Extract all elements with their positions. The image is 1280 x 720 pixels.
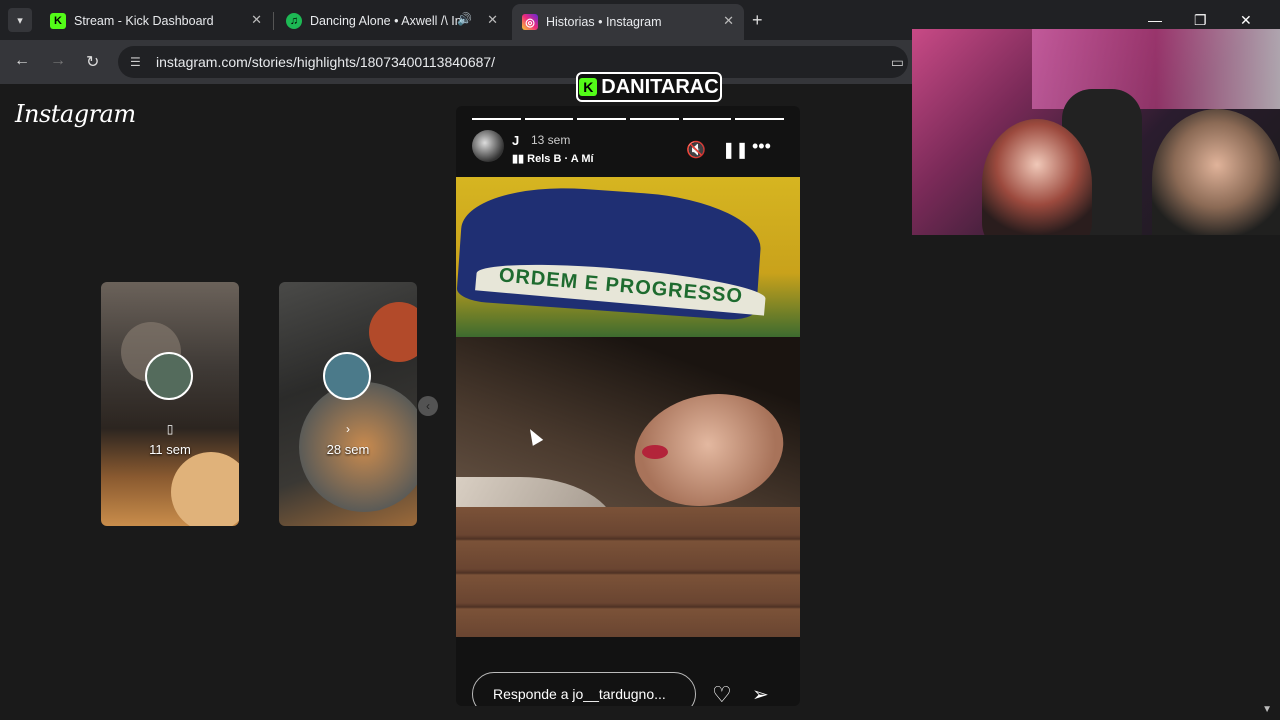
channel-name: DANITARAC xyxy=(601,75,719,98)
person-right xyxy=(1152,109,1280,235)
kick-icon: K xyxy=(50,13,66,29)
progress-segment xyxy=(735,118,785,120)
new-tab-button[interactable]: + xyxy=(752,10,763,31)
story-image[interactable]: ORDEM E PROGRESSO xyxy=(456,177,800,637)
reload-icon[interactable]: ↻ xyxy=(86,52,99,72)
story-preview-previous-2[interactable]: › 28 sem xyxy=(279,282,417,526)
story-progress-bar xyxy=(472,118,785,121)
cast-icon[interactable]: ▭ xyxy=(891,54,904,71)
preview-item-icon: ▯ xyxy=(166,422,174,436)
story-music-label[interactable]: ▮▮ Rels B · A Mí xyxy=(512,152,594,165)
preview-time: 11 sem xyxy=(149,442,191,457)
speaker-icon[interactable]: 🔊 xyxy=(457,12,472,26)
close-tab-icon[interactable]: ✕ xyxy=(723,13,734,29)
stream-channel-tag: K DANITARAC xyxy=(576,72,722,102)
story-username[interactable]: J xyxy=(512,133,519,148)
pizza-image xyxy=(171,452,239,526)
url-text[interactable]: instagram.com/stories/highlights/1807340… xyxy=(156,54,495,70)
music-bars-icon: ▮▮ xyxy=(512,153,528,165)
tab-divider xyxy=(273,12,274,30)
close-tab-icon[interactable]: ✕ xyxy=(251,12,262,28)
reply-placeholder: Responde a jo__tardugno... xyxy=(493,686,666,702)
site-info-icon[interactable]: ☰ xyxy=(130,55,144,69)
kick-logo-icon: K xyxy=(579,78,598,96)
previous-story-arrow[interactable]: ‹ xyxy=(418,396,438,416)
tab-label: Dancing Alone • Axwell /\ Ingrosso xyxy=(310,14,460,28)
graffiti-wall xyxy=(1032,29,1280,109)
progress-segment xyxy=(630,118,679,120)
preview-item-icon: › xyxy=(346,422,350,436)
story-viewer: J 13 sem ▮▮ Rels B · A Mí 🔇 ❚❚ ••• ORDEM… xyxy=(456,106,800,706)
wood-background xyxy=(456,507,800,637)
story-time: 13 sem xyxy=(531,133,571,147)
tab-spotify[interactable]: ♫ Dancing Alone • Axwell /\ Ingrosso 🔊 ✕ xyxy=(276,6,508,36)
webcam-overlay xyxy=(912,29,1280,235)
back-arrow-icon[interactable]: ← xyxy=(14,52,30,70)
progress-segment xyxy=(577,118,627,120)
preview-avatar xyxy=(145,352,193,400)
spotify-icon: ♫ xyxy=(286,13,302,29)
instagram-logo[interactable]: Instagram xyxy=(15,100,136,128)
progress-segment xyxy=(524,118,574,120)
mute-icon[interactable]: 🔇 xyxy=(686,140,706,160)
heart-icon[interactable]: ♡ xyxy=(712,682,732,706)
tab-label: Stream - Kick Dashboard xyxy=(74,14,214,28)
scroll-down-arrow-icon[interactable]: ▼ xyxy=(1262,704,1272,715)
close-tab-icon[interactable]: ✕ xyxy=(487,12,498,28)
pause-icon[interactable]: ❚❚ xyxy=(722,140,749,160)
close-window-icon[interactable]: ✕ xyxy=(1240,12,1252,29)
reply-input[interactable]: Responde a jo__tardugno... xyxy=(472,672,696,706)
address-bar: ← → ↻ ☰ instagram.com/stories/highlights… xyxy=(0,40,912,84)
instagram-icon: ◎ xyxy=(522,14,538,30)
send-icon[interactable]: ➢ xyxy=(752,682,769,706)
tab-kick-dashboard[interactable]: K Stream - Kick Dashboard ✕ xyxy=(40,6,272,36)
story-avatar[interactable] xyxy=(472,130,504,162)
music-title: Rels B · A Mí xyxy=(527,153,594,165)
url-field[interactable]: ☰ instagram.com/stories/highlights/18073… xyxy=(118,46,908,78)
preview-time: 28 sem xyxy=(326,442,370,457)
tab-instagram[interactable]: ◎ Historias • Instagram ✕ xyxy=(512,4,744,40)
salad-image xyxy=(369,302,417,362)
minimize-icon[interactable]: — xyxy=(1148,12,1162,28)
tab-search-button[interactable]: ▾ xyxy=(8,8,32,32)
restore-icon[interactable]: ❐ xyxy=(1194,12,1207,29)
more-options-icon[interactable]: ••• xyxy=(752,136,771,157)
forward-arrow-icon[interactable]: → xyxy=(50,52,66,70)
lips-region xyxy=(642,445,668,459)
story-preview-previous-1[interactable]: ▯ 11 sem xyxy=(101,282,239,526)
tab-label: Historias • Instagram xyxy=(546,15,662,29)
progress-segment xyxy=(682,118,732,120)
preview-avatar xyxy=(323,352,371,400)
progress-segment xyxy=(472,118,521,120)
